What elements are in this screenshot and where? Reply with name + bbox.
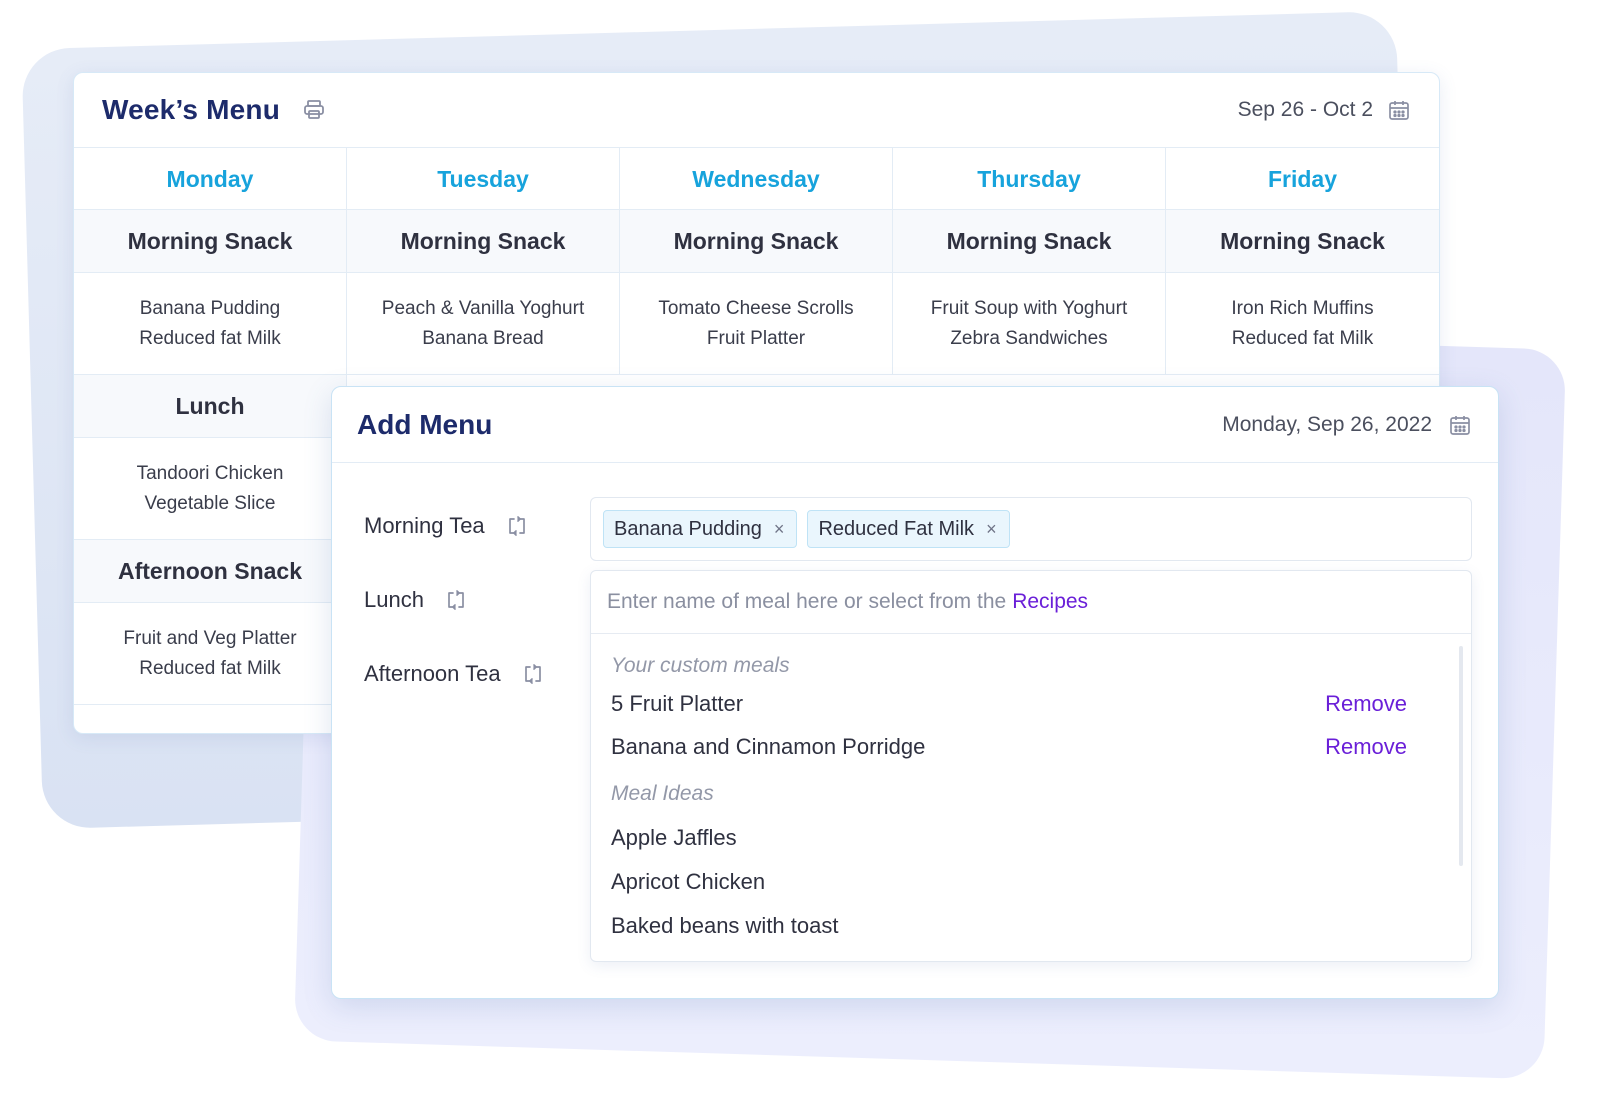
menu-item: Banana Bread — [422, 327, 544, 349]
day-header-friday: Friday — [1166, 148, 1439, 210]
meal-heading-morning-snack: Morning Snack — [893, 210, 1166, 273]
menu-item: Reduced fat Milk — [1231, 327, 1374, 349]
repeat-icon[interactable] — [444, 588, 468, 612]
meal-heading-morning-snack: Morning Snack — [347, 210, 620, 273]
menu-item: Iron Rich Muffins — [1231, 297, 1374, 319]
calendar-icon[interactable] — [1448, 413, 1472, 437]
day-header-monday: Monday — [74, 148, 347, 210]
meal-heading-morning-snack: Morning Snack — [620, 210, 893, 273]
meal-heading-afternoon-snack: Afternoon Snack — [74, 540, 347, 603]
menu-items-cell: Peach & Vanilla Yoghurt Banana Bread — [347, 273, 620, 375]
menu-item: Fruit Platter — [706, 327, 806, 349]
custom-meal-label: Banana and Cinnamon Porridge — [611, 733, 926, 759]
calendar-icon[interactable] — [1387, 98, 1411, 122]
menu-item: Reduced fat Milk — [139, 657, 281, 679]
custom-meal-item[interactable]: 5 Fruit Platter Remove — [611, 682, 1451, 725]
meal-tag-label: Banana Pudding — [614, 517, 762, 540]
custom-meal-label: 5 Fruit Platter — [611, 690, 744, 716]
row-label-text: Afternoon Tea — [364, 661, 501, 686]
close-icon[interactable]: × — [986, 519, 997, 540]
menu-item: Fruit Soup with Yoghurt — [930, 297, 1128, 319]
meal-tag: Reduced Fat Milk × — [807, 510, 1010, 548]
row-label-text: Morning Tea — [364, 513, 485, 538]
meal-heading-morning-snack: Morning Snack — [1166, 210, 1439, 273]
meal-ideas-heading: Meal Ideas — [611, 782, 714, 805]
menu-items-cell: Fruit Soup with Yoghurt Zebra Sandwiches — [893, 273, 1166, 375]
menu-items-cell: Tomato Cheese Scrolls Fruit Platter — [620, 273, 893, 375]
day-header-thursday: Thursday — [893, 148, 1166, 210]
meal-input-placeholder: Enter name of meal here or select from t… — [607, 590, 1007, 613]
menu-item: Fruit and Veg Platter — [123, 627, 297, 649]
remove-button[interactable]: Remove — [1325, 691, 1407, 717]
menu-items-cell: Tandoori Chicken Vegetable Slice — [74, 438, 347, 540]
custom-meal-item[interactable]: Banana and Cinnamon Porridge Remove — [611, 725, 1451, 768]
menu-items-cell: Banana Pudding Reduced fat Milk — [74, 273, 347, 375]
menu-item: Tomato Cheese Scrolls — [658, 297, 854, 319]
day-header-tuesday: Tuesday — [347, 148, 620, 210]
menu-item: Zebra Sandwiches — [950, 327, 1108, 349]
repeat-icon[interactable] — [521, 662, 545, 686]
meal-idea-item[interactable]: Baked beans with toast — [611, 904, 1451, 948]
meal-dropdown: Enter name of meal here or select from t… — [590, 570, 1472, 962]
dropdown-scrollbar[interactable] — [1459, 646, 1463, 866]
menu-item: Vegetable Slice — [144, 492, 276, 514]
row-label-afternoon-tea: Afternoon Tea — [364, 661, 545, 687]
menu-item: Reduced fat Milk — [139, 327, 281, 349]
meal-options-list: Your custom meals 5 Fruit Platter Remove… — [591, 634, 1471, 948]
monday-remaining-meals: Lunch Tandoori Chicken Vegetable Slice A… — [74, 375, 347, 705]
menu-item: Tandoori Chicken — [136, 462, 284, 484]
recipes-link[interactable]: Recipes — [1012, 590, 1088, 614]
menu-items-cell: Fruit and Veg Platter Reduced fat Milk — [74, 603, 347, 705]
meal-heading-morning-snack: Morning Snack — [74, 210, 347, 273]
add-menu-title: Add Menu — [357, 408, 493, 440]
meal-tag: Banana Pudding × — [603, 510, 798, 548]
row-label-text: Lunch — [364, 587, 424, 612]
row-label-morning-tea: Morning Tea — [364, 513, 529, 539]
meal-heading-lunch: Lunch — [74, 375, 347, 438]
close-icon[interactable]: × — [774, 519, 785, 540]
remove-button[interactable]: Remove — [1325, 734, 1407, 760]
menu-items-cell: Iron Rich Muffins Reduced fat Milk — [1166, 273, 1439, 375]
meal-tag-label: Reduced Fat Milk — [818, 517, 975, 540]
printer-icon[interactable] — [302, 98, 326, 122]
menu-item: Peach & Vanilla Yoghurt — [381, 297, 585, 319]
repeat-icon[interactable] — [505, 514, 529, 538]
week-date-range: Sep 26 - Oct 2 — [1237, 98, 1373, 121]
meal-idea-item[interactable]: Apple Jaffles — [611, 816, 1451, 860]
morning-tea-tags-input[interactable]: Banana Pudding × Reduced Fat Milk × — [590, 497, 1472, 561]
row-label-lunch: Lunch — [364, 587, 468, 613]
week-menu-header: Week’s Menu Sep 26 - Oct 2 — [74, 73, 1439, 148]
menu-item: Banana Pudding — [139, 297, 281, 319]
add-menu-date: Monday, Sep 26, 2022 — [1222, 412, 1432, 436]
add-menu-dialog: Add Menu Monday, Sep 26, 2022 Morning Te… — [331, 386, 1499, 999]
add-menu-header: Add Menu Monday, Sep 26, 2022 — [332, 387, 1498, 463]
custom-meals-heading: Your custom meals — [611, 654, 790, 677]
meal-search-input[interactable]: Enter name of meal here or select from t… — [591, 571, 1471, 634]
meal-idea-item[interactable]: Apricot Chicken — [611, 860, 1451, 904]
day-header-wednesday: Wednesday — [620, 148, 893, 210]
week-menu-grid: Monday Tuesday Wednesday Thursday Friday… — [74, 148, 1439, 375]
week-menu-title: Week’s Menu — [102, 94, 281, 125]
